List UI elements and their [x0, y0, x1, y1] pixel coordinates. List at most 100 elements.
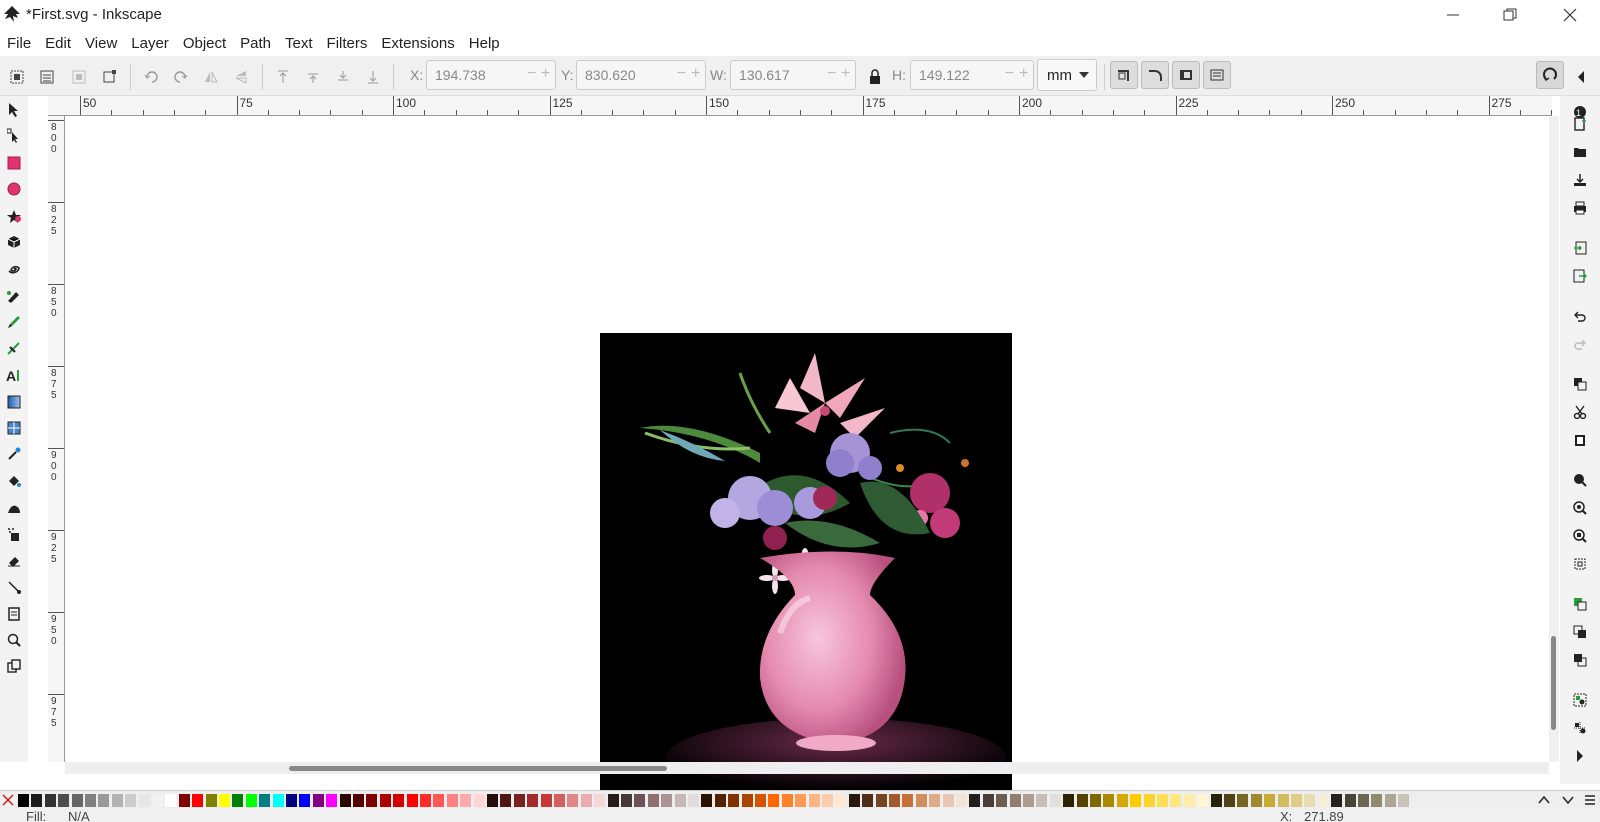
- palette-swatch[interactable]: [31, 794, 43, 807]
- minus-icon[interactable]: −: [1005, 65, 1014, 83]
- palette-swatch[interactable]: [138, 794, 150, 807]
- menu-path[interactable]: Path: [233, 35, 278, 52]
- palette-swatch[interactable]: [205, 794, 217, 807]
- horizontal-ruler[interactable]: 5075100125150175200225250275300325350375…: [48, 96, 1552, 116]
- rectangle-tool[interactable]: [4, 153, 24, 173]
- palette-swatch[interactable]: [808, 794, 820, 807]
- transform-handles-button[interactable]: [98, 66, 120, 88]
- raise-button[interactable]: [302, 66, 324, 88]
- tweak-tool[interactable]: [4, 498, 24, 518]
- palette-swatch[interactable]: [674, 794, 686, 807]
- zoom-tool[interactable]: [4, 630, 24, 650]
- palette-swatch[interactable]: [848, 794, 860, 807]
- plus-icon[interactable]: +: [1019, 65, 1028, 83]
- calligraphy-tool[interactable]: [4, 338, 24, 358]
- palette-swatch[interactable]: [1277, 794, 1289, 807]
- palette-swatch[interactable]: [58, 794, 70, 807]
- palette-swatch[interactable]: [111, 794, 123, 807]
- vertical-ruler[interactable]: 800 825 850 875 900 925 950 975: [48, 116, 65, 762]
- palette-swatch[interactable]: [1076, 794, 1088, 807]
- palette-swatch[interactable]: [1398, 794, 1410, 807]
- palette-swatch[interactable]: [165, 794, 177, 807]
- palette-swatch[interactable]: [567, 794, 579, 807]
- palette-swatch[interactable]: [1157, 794, 1168, 807]
- palette-swatch[interactable]: [406, 794, 418, 807]
- undo-button[interactable]: [1570, 306, 1590, 326]
- palette-swatch[interactable]: [286, 794, 297, 807]
- palette-swatch[interactable]: [835, 794, 847, 807]
- palette-swatch[interactable]: [862, 794, 874, 807]
- zoom-width-button[interactable]: [1570, 554, 1590, 574]
- duplicate-button[interactable]: [1570, 594, 1590, 614]
- palette-swatch[interactable]: [1063, 794, 1075, 807]
- ungroup-button[interactable]: [1570, 718, 1590, 738]
- palette-swatch[interactable]: [1358, 794, 1369, 807]
- vase-flowers-image[interactable]: [600, 333, 1012, 803]
- zoom-drawing-button[interactable]: [1570, 498, 1590, 518]
- raise-to-top-button[interactable]: [272, 66, 294, 88]
- minus-icon[interactable]: −: [677, 65, 686, 83]
- palette-swatch[interactable]: [125, 794, 137, 807]
- minimize-button[interactable]: [1425, 0, 1481, 30]
- palette-swatch[interactable]: [1197, 794, 1209, 807]
- x-field[interactable]: 194.738 − +: [426, 60, 556, 90]
- palette-swatch[interactable]: [1371, 794, 1383, 807]
- palette-swatch[interactable]: [1317, 794, 1329, 807]
- minus-icon[interactable]: −: [527, 65, 536, 83]
- close-button[interactable]: [1542, 0, 1598, 30]
- pages-tool[interactable]: [4, 604, 24, 624]
- palette-swatch[interactable]: [594, 794, 606, 807]
- rotate-ccw-button[interactable]: [140, 66, 162, 88]
- palette-swatch[interactable]: [634, 794, 646, 807]
- gradient-tool[interactable]: [4, 392, 24, 412]
- minus-icon[interactable]: −: [827, 65, 836, 83]
- select-all-layers-button[interactable]: [36, 66, 58, 88]
- palette-swatch[interactable]: [85, 794, 96, 807]
- palette-swatch[interactable]: [1170, 794, 1182, 807]
- plus-icon[interactable]: +: [841, 65, 850, 83]
- menu-filters[interactable]: Filters: [320, 35, 375, 52]
- lower-to-bottom-button[interactable]: [362, 66, 384, 88]
- deselect-button[interactable]: [68, 66, 90, 88]
- scale-radii-button[interactable]: [1141, 61, 1169, 89]
- palette-swatch[interactable]: [996, 794, 1008, 807]
- palette-swatch[interactable]: [982, 794, 994, 807]
- palette-swatch[interactable]: [71, 794, 83, 807]
- palette-swatch[interactable]: [1103, 794, 1115, 807]
- palette-swatch[interactable]: [1023, 794, 1034, 807]
- palette-swatch[interactable]: [1143, 794, 1155, 807]
- save-button[interactable]: [1570, 170, 1590, 190]
- rotate-cw-button[interactable]: [170, 66, 192, 88]
- unlink-clone-button[interactable]: [1570, 650, 1590, 670]
- palette-swatch[interactable]: [98, 794, 110, 807]
- more-commands-button[interactable]: [1570, 746, 1590, 766]
- redo-button[interactable]: [1570, 334, 1590, 354]
- palette-swatch[interactable]: [889, 794, 900, 807]
- menu-edit[interactable]: Edit: [38, 35, 78, 52]
- palette-swatch[interactable]: [875, 794, 887, 807]
- palette-swatch[interactable]: [487, 794, 498, 807]
- spiral-tool[interactable]: [4, 259, 24, 279]
- palette-swatch[interactable]: [1250, 794, 1262, 807]
- palette-swatch[interactable]: [379, 794, 391, 807]
- palette-swatch[interactable]: [1291, 794, 1302, 807]
- palette-swatch[interactable]: [152, 794, 163, 807]
- open-button[interactable]: [1570, 142, 1590, 162]
- palette-swatch[interactable]: [755, 794, 766, 807]
- palette-swatch[interactable]: [446, 794, 458, 807]
- palette-swatch[interactable]: [326, 794, 338, 807]
- palette-swatch[interactable]: [768, 794, 780, 807]
- menu-help[interactable]: Help: [462, 35, 507, 52]
- flip-horizontal-button[interactable]: [200, 66, 222, 88]
- palette-swatch[interactable]: [607, 794, 619, 807]
- print-button[interactable]: [1570, 198, 1590, 218]
- palette-swatch[interactable]: [1090, 794, 1101, 807]
- zoom-selection-button[interactable]: [1570, 470, 1590, 490]
- palette-swatch[interactable]: [353, 794, 364, 807]
- palette-swatch[interactable]: [795, 794, 807, 807]
- new-document-button[interactable]: [1570, 114, 1590, 134]
- menu-object[interactable]: Object: [176, 35, 233, 52]
- lock-proportions-button[interactable]: [864, 66, 886, 88]
- star-tool[interactable]: [4, 206, 24, 226]
- palette-swatch[interactable]: [540, 794, 552, 807]
